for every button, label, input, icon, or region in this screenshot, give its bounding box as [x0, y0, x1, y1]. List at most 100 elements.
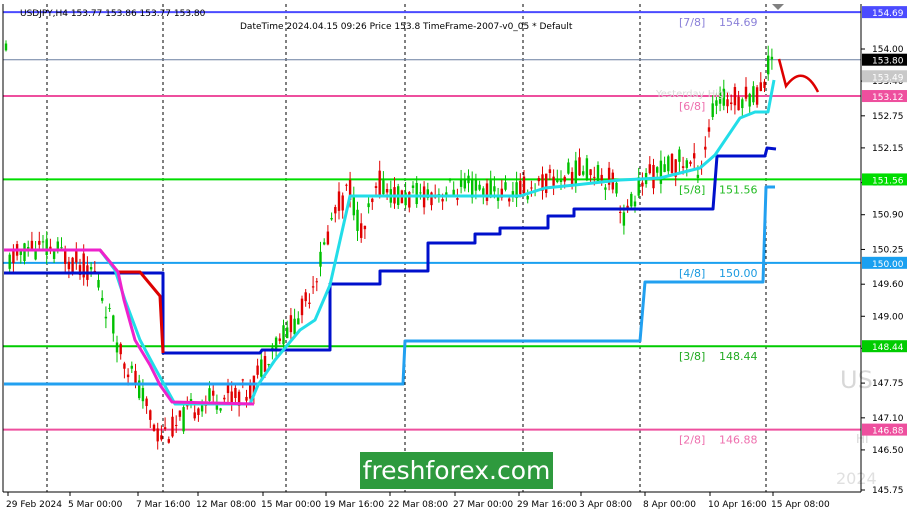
candle-body [274, 337, 278, 350]
candle-body [293, 318, 296, 335]
candle-body [519, 180, 522, 195]
price-tick-label: 146.50 [872, 446, 904, 456]
candle-body [215, 404, 219, 410]
candle-body [256, 365, 259, 375]
candle-body [89, 267, 93, 270]
murrey-level-value: 151.56 [719, 183, 758, 196]
candle-body [356, 209, 359, 231]
price-tick-label: 152.75 [872, 112, 904, 122]
candle-body [463, 179, 466, 189]
candle-body [374, 186, 378, 189]
candle-body [60, 247, 63, 249]
murrey-level-label: [5/8] [679, 183, 705, 196]
candle-body [123, 363, 126, 369]
murrey-level-value: 148.44 [719, 350, 758, 363]
candle-body [726, 99, 729, 107]
candle-body [752, 86, 755, 103]
candle-body [352, 196, 355, 216]
candle-body [622, 212, 626, 226]
candle-body [286, 327, 289, 339]
candle-body [767, 55, 770, 75]
candle-body [693, 153, 696, 159]
candle-body [197, 408, 200, 415]
candle-body [385, 188, 389, 193]
candle-body [12, 250, 15, 264]
candle-body [578, 157, 581, 176]
candle-body [733, 87, 737, 106]
candle-body [289, 315, 293, 333]
yesterday-price-tag-text: 153.49 [872, 73, 904, 83]
level-price-tag-text: 151.56 [872, 176, 904, 186]
level-price-tag-text: 153.12 [872, 93, 904, 103]
candle-body [456, 198, 459, 200]
candle-body [504, 182, 507, 190]
candle-body [574, 160, 577, 184]
time-axis-label: 10 Apr 16:00 [708, 500, 767, 510]
murrey-level-label: [7/8] [679, 16, 705, 29]
murrey-level-label: [3/8] [679, 350, 705, 363]
candle-body [548, 169, 552, 173]
level-price-tag-text: 150.00 [872, 260, 904, 270]
candle-body [108, 307, 111, 309]
candle-body [600, 174, 603, 181]
time-axis-label: 5 Mar 00:00 [68, 500, 123, 510]
symbol-info: USDJPY,H4 153.77 153.86 153.77 153.80 [20, 9, 206, 19]
candle-body [371, 198, 374, 203]
candle-body [630, 193, 633, 207]
candle-body [770, 56, 774, 60]
current-price-tag-text: 153.80 [872, 57, 904, 67]
candle-body [741, 99, 744, 109]
murrey-level-value: 146.88 [719, 434, 758, 447]
candle-body [34, 250, 37, 260]
candle-body [230, 391, 233, 403]
candle-body [408, 192, 411, 208]
candle-body [707, 127, 711, 132]
candle-body [52, 251, 56, 259]
candle-body [545, 173, 548, 193]
candle-body [160, 435, 163, 440]
candle-body [323, 242, 326, 245]
candle-body [178, 410, 182, 417]
candle-body [744, 86, 748, 99]
candle-body [552, 176, 555, 186]
candle-body [341, 195, 344, 211]
candle-body [226, 385, 230, 394]
candle-body [508, 198, 511, 202]
candle-body [711, 103, 714, 117]
candle-body [641, 182, 644, 187]
level-price-tag-text: 148.44 [872, 343, 904, 353]
candle-body [582, 171, 585, 175]
candle-body [115, 342, 119, 353]
level-price-tag-text: 146.88 [872, 427, 904, 437]
candle-body [448, 179, 452, 181]
price-tick-label: 147.10 [872, 414, 904, 424]
candle-body [112, 315, 115, 334]
candle-body [326, 231, 330, 245]
candle-body [411, 185, 415, 188]
candle-body [704, 146, 707, 150]
yesterday-high-label: Yesterday High [655, 89, 731, 100]
price-chart[interactable]: [7/8] 154.69 [6/8] [5/8] 151.56 [4/8] 150.00 [3… [0, 0, 911, 517]
murrey-level-label: [4/8] [679, 267, 705, 280]
candle-body [430, 192, 433, 206]
candle-body [249, 383, 252, 399]
candle-body [104, 316, 108, 319]
candle-body [23, 243, 26, 262]
time-axis-label: 29 Mar 16:00 [517, 500, 577, 510]
candle-body [41, 241, 45, 243]
candle-body [97, 279, 100, 288]
candle-body [130, 365, 133, 369]
price-tick-label: 152.15 [872, 144, 904, 154]
price-tick-label: 154.00 [872, 45, 904, 55]
candle-body [556, 180, 559, 183]
candle-body [485, 183, 489, 201]
candle-body [71, 257, 74, 273]
candle-body [330, 217, 333, 220]
candle-body [171, 416, 174, 437]
candle-body [219, 408, 222, 411]
candle-body [311, 286, 315, 288]
candle-body [685, 160, 688, 168]
candle-body [319, 251, 322, 267]
murrey-level-label: [6/8] [679, 100, 705, 113]
candle-body [101, 297, 104, 301]
